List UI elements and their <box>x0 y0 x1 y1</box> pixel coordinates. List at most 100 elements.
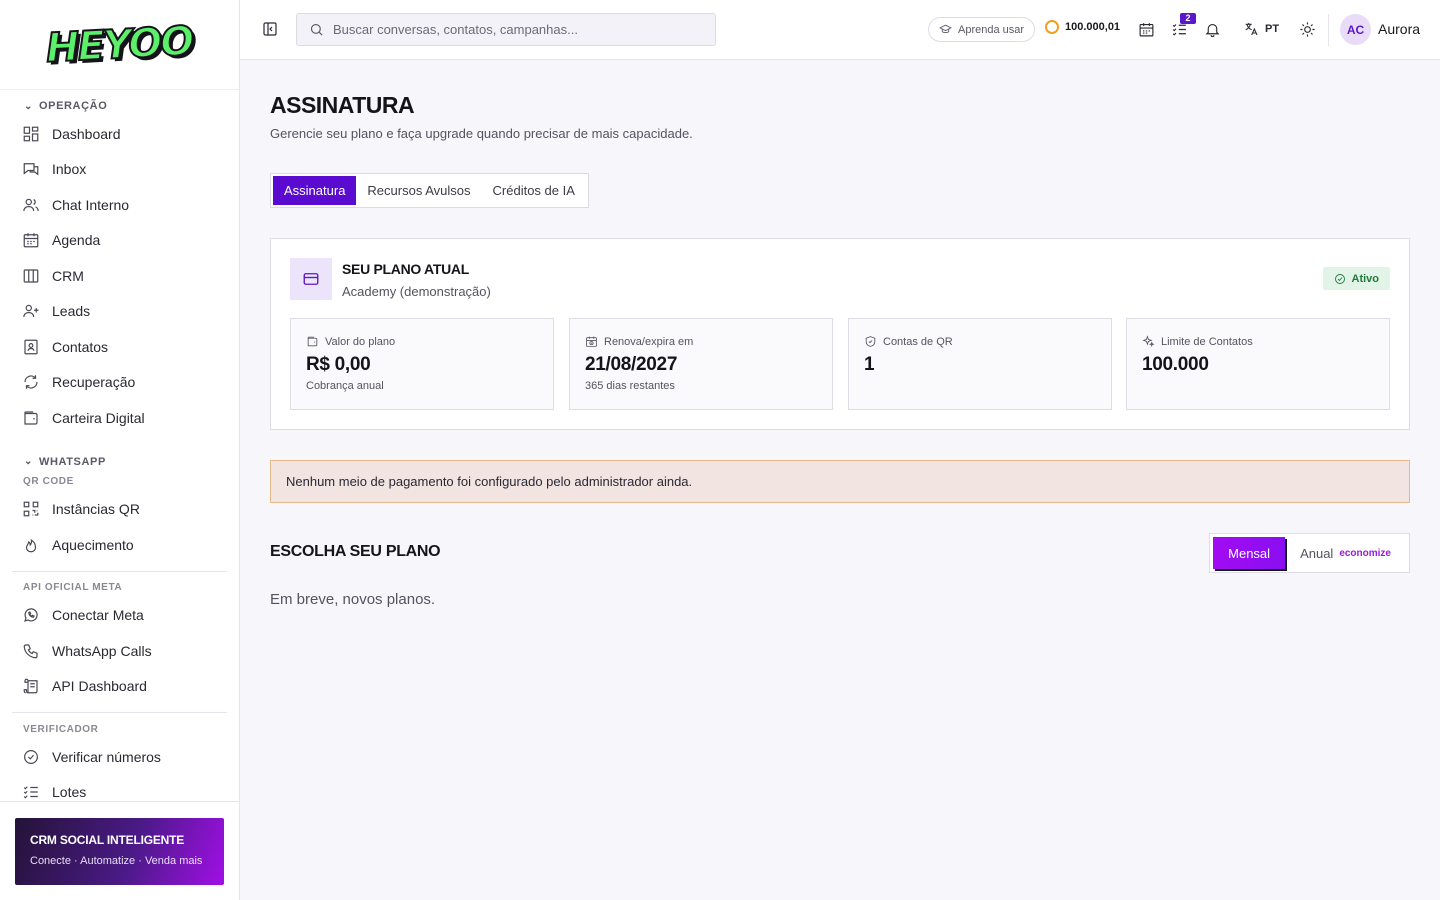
list-check-icon <box>23 786 38 799</box>
check-circle-icon <box>24 749 38 764</box>
sidebar-item-label: Inbox <box>52 161 87 178</box>
brand-logo[interactable]: HEYOO <box>44 17 195 73</box>
sidebar-item-label: Dashboard <box>52 125 121 142</box>
search-icon <box>310 23 323 36</box>
user-name[interactable]: Aurora <box>1378 21 1420 37</box>
stat-value: 1 <box>864 354 875 375</box>
columns-icon <box>23 269 39 283</box>
learn-label: Aprenda usar <box>958 23 1025 36</box>
search-input[interactable] <box>333 22 693 37</box>
sidebar-item-label: Instâncias QR <box>52 501 140 518</box>
stat-value: 21/08/2027 <box>585 354 678 375</box>
inbox-icon <box>23 163 39 176</box>
sidebar-item-verificar-numeros[interactable]: Verificar números <box>12 739 227 775</box>
savings-badge: economize <box>1339 547 1391 559</box>
sidebar-item-label: Contatos <box>52 338 109 355</box>
sidebar-item-whatsapp-calls[interactable]: WhatsApp Calls <box>12 633 227 669</box>
calendar-icon[interactable] <box>1138 21 1155 38</box>
promo-banner[interactable]: CRM SOCIAL INTELIGENTE Conecte · Automat… <box>15 818 224 885</box>
bell-icon[interactable] <box>1204 21 1221 38</box>
billing-annual-button[interactable]: Anual economize <box>1285 537 1406 569</box>
translate-icon <box>1245 23 1258 36</box>
stat-value: 100.000 <box>1142 354 1209 375</box>
tab-creditos-ia[interactable]: Créditos de IA <box>482 176 586 205</box>
sidebar-toggle-icon[interactable] <box>262 21 278 37</box>
sidebar-item-chat-interno[interactable]: Chat Interno <box>12 187 227 223</box>
tab-assinatura[interactable]: Assinatura <box>273 176 357 205</box>
promo-subtitle: Conecte · Automatize · Venda mais <box>30 855 203 867</box>
stat-label: Renova/expira em <box>604 335 694 348</box>
subsection-title: API OFICIAL META <box>23 582 123 593</box>
status-label: Ativo <box>1351 272 1380 285</box>
scroll-icon <box>23 678 38 694</box>
sidebar-item-label: Recuperação <box>52 374 136 391</box>
billing-monthly-button[interactable]: Mensal <box>1213 537 1286 569</box>
sidebar-item-lotes[interactable]: Lotes <box>12 775 227 803</box>
credit-card-icon <box>290 258 332 300</box>
stat-qr-accounts: Contas de QR 1 <box>848 318 1112 410</box>
tasks-badge: 2 <box>1180 13 1196 24</box>
divider <box>12 570 227 572</box>
sidebar-item-crm[interactable]: CRM <box>12 258 227 294</box>
stat-label: Contas de QR <box>883 335 953 348</box>
plan-heading: SEU PLANO ATUAL <box>342 261 469 277</box>
chevron-down-icon: ⌄ <box>24 100 33 112</box>
learn-button[interactable]: Aprenda usar <box>928 17 1036 42</box>
sidebar-item-label: Aquecimento <box>52 536 134 553</box>
sidebar-item-label: Leads <box>52 303 91 320</box>
sidebar-item-conectar-meta[interactable]: Conectar Meta <box>12 598 227 634</box>
check-circle-icon <box>1334 273 1345 284</box>
qr-code-icon <box>23 501 39 517</box>
language-switcher[interactable]: PT <box>1243 21 1279 37</box>
divider <box>12 712 227 713</box>
coins-icon <box>1045 20 1059 34</box>
user-plus-icon <box>23 305 39 318</box>
wallet-icon <box>24 411 38 425</box>
phone-icon <box>23 644 38 659</box>
stat-label: Valor do plano <box>325 335 396 348</box>
sidebar-item-instancias-qr[interactable]: Instâncias QR <box>12 492 227 528</box>
sidebar-item-aquecimento[interactable]: Aquecimento <box>12 527 227 563</box>
search-bar[interactable] <box>296 13 716 46</box>
billing-annual-label: Anual <box>1300 545 1334 561</box>
avatar[interactable]: AC <box>1340 14 1371 45</box>
chevron-down-icon: ⌄ <box>24 456 33 467</box>
promo-title: CRM SOCIAL INTELIGENTE <box>30 833 185 847</box>
section-operacao[interactable]: ⌄ OPERAÇÃO <box>12 90 227 116</box>
stat-note: 365 dias restantes <box>585 380 675 392</box>
section-whatsapp[interactable]: ⌄ WHATSAPP <box>12 446 227 472</box>
theme-toggle-icon[interactable] <box>1299 21 1316 38</box>
sidebar-item-label: CRM <box>52 267 84 284</box>
divider <box>0 801 239 802</box>
calendar-clock-icon <box>586 336 597 347</box>
section-title: WHATSAPP <box>38 455 106 468</box>
sidebar-item-label: Agenda <box>52 232 101 249</box>
sidebar-item-label: Lotes <box>52 784 87 801</box>
section-title: OPERAÇÃO <box>38 100 108 112</box>
sidebar-item-contatos[interactable]: Contatos <box>12 329 227 365</box>
contact-book-icon <box>24 339 38 355</box>
whatsapp-icon <box>24 608 38 623</box>
sidebar-item-inbox[interactable]: Inbox <box>12 152 227 188</box>
stat-note: Cobrança anual <box>306 380 384 392</box>
sparkles-icon <box>1142 335 1155 348</box>
sidebar-item-api-dashboard[interactable]: API Dashboard <box>12 669 227 705</box>
dashboard-icon <box>23 126 39 142</box>
topbar: Aprenda usar 100.000,01 2 PT AC Aurora <box>240 0 1440 60</box>
sidebar: HEYOO ⌄ OPERAÇÃO Dashboard Inbox Chat In… <box>0 0 240 900</box>
logo-area: HEYOO <box>0 0 239 90</box>
sidebar-item-recuperacao[interactable]: Recuperação <box>12 365 227 401</box>
sidebar-item-dashboard[interactable]: Dashboard <box>12 116 227 152</box>
choose-plan-title: ESCOLHA SEU PLANO <box>270 543 441 560</box>
calendar-icon <box>23 233 39 248</box>
sidebar-item-leads[interactable]: Leads <box>12 294 227 330</box>
tab-recursos-avulsos[interactable]: Recursos Avulsos <box>356 176 481 205</box>
sidebar-item-label: API Dashboard <box>52 678 147 695</box>
sidebar-item-carteira-digital[interactable]: Carteira Digital <box>12 400 227 436</box>
stat-contact-limit: Limite de Contatos 100.000 <box>1126 318 1390 410</box>
status-badge: Ativo <box>1322 267 1390 290</box>
empty-plans-text: Em breve, novos planos. <box>270 591 436 608</box>
sidebar-item-agenda[interactable]: Agenda <box>12 223 227 259</box>
credits-balance[interactable]: 100.000,01 <box>1045 20 1120 34</box>
credits-value: 100.000,01 <box>1065 21 1121 33</box>
